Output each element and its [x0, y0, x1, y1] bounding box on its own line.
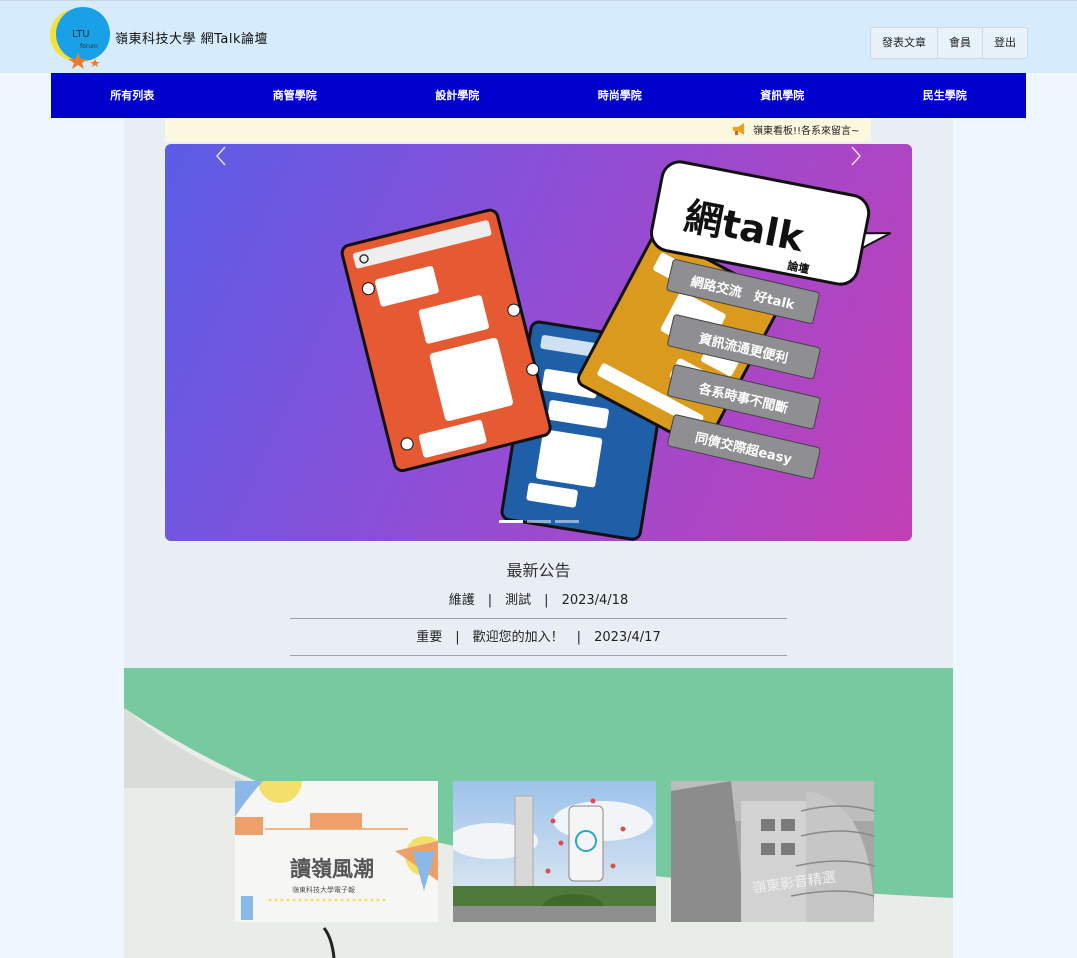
card-subtitle: 嶺東科技大學電子報 [292, 885, 355, 894]
logo-sub: forum [80, 43, 98, 50]
college-nav: 所有列表 商管學院 設計學院 時尚學院 資訊學院 民生學院 [51, 73, 1026, 118]
nav-item-livelihood[interactable]: 民生學院 [864, 73, 1027, 118]
banner-illustration: 網talk 論壇 網路交流 好talk 資訊流通更便利 各系時事不間斷 同儕交際… [340, 160, 892, 541]
card-newsletter[interactable]: 讀嶺風潮 嶺東科技大學電子報 [235, 781, 438, 922]
site-title: 嶺東科技大學 網Talk論壇 [115, 32, 269, 47]
site-logo[interactable]: LTU forum [50, 7, 112, 69]
nav-item-business[interactable]: 商管學院 [214, 73, 377, 118]
featured-section: 讀嶺風潮 嶺東科技大學電子報 嶺東影音精選 [124, 668, 953, 958]
megaphone-icon [733, 123, 744, 135]
nav-item-fashion[interactable]: 時尚學院 [539, 73, 702, 118]
top-nav: 發表文章 會員 登出 [870, 27, 1028, 59]
announcements-title: 最新公告 [506, 561, 571, 580]
video-highlights-photo: 嶺東影音精選 [671, 781, 874, 922]
campus-photo [453, 781, 656, 922]
carousel-indicator-1[interactable] [499, 520, 523, 523]
announcement-text: 測試 [505, 593, 532, 608]
carousel-prev-icon[interactable] [212, 144, 232, 168]
nav-item-information[interactable]: 資訊學院 [701, 73, 864, 118]
marquee-bar: 嶺東看板!!各系來留言~ [165, 118, 871, 142]
announcement-date: 2023/4/17 [594, 630, 661, 645]
carousel-indicator-2[interactable] [527, 520, 551, 523]
logo-text: LTU [72, 29, 90, 40]
newsletter-graphic: 讀嶺風潮 嶺東科技大學電子報 [235, 781, 438, 922]
banner-carousel[interactable]: 網talk 論壇 網路交流 好talk 資訊流通更便利 各系時事不間斷 同儕交際… [165, 144, 912, 541]
member-button[interactable]: 會員 [938, 28, 983, 58]
top-bar: LTU forum 嶺東科技大學 網Talk論壇 發表文章 會員 登出 [0, 0, 1077, 73]
logout-button[interactable]: 登出 [983, 28, 1027, 58]
card-video-highlights[interactable]: 嶺東影音精選 [671, 781, 874, 922]
card-title: 讀嶺風潮 [290, 857, 374, 881]
announcement-row[interactable]: 重要 | 歡迎您的加入！ | 2023/4/17 [290, 619, 787, 656]
carousel-next-icon[interactable] [845, 144, 865, 168]
post-article-button[interactable]: 發表文章 [871, 28, 938, 58]
nav-item-all[interactable]: 所有列表 [51, 73, 214, 118]
carousel-indicator-3[interactable] [555, 520, 579, 523]
announcement-date: 2023/4/18 [561, 593, 629, 608]
card-campus-map[interactable] [453, 781, 656, 922]
announcement-tag: 重要 [416, 630, 443, 645]
announcement-text: 歡迎您的加入！ [472, 630, 564, 645]
marquee-text: 嶺東看板!!各系來留言~ [753, 126, 860, 137]
main-content: 嶺東看板!!各系來留言~ 網talk 論壇 網路交流 好talk 資訊流通更便利… [124, 118, 953, 668]
announcement-tag: 維護 [448, 593, 475, 608]
nav-item-design[interactable]: 設計學院 [376, 73, 539, 118]
announcement-row[interactable]: 維護 | 測試 | 2023/4/18 [290, 582, 787, 619]
carousel-indicators [499, 520, 579, 523]
